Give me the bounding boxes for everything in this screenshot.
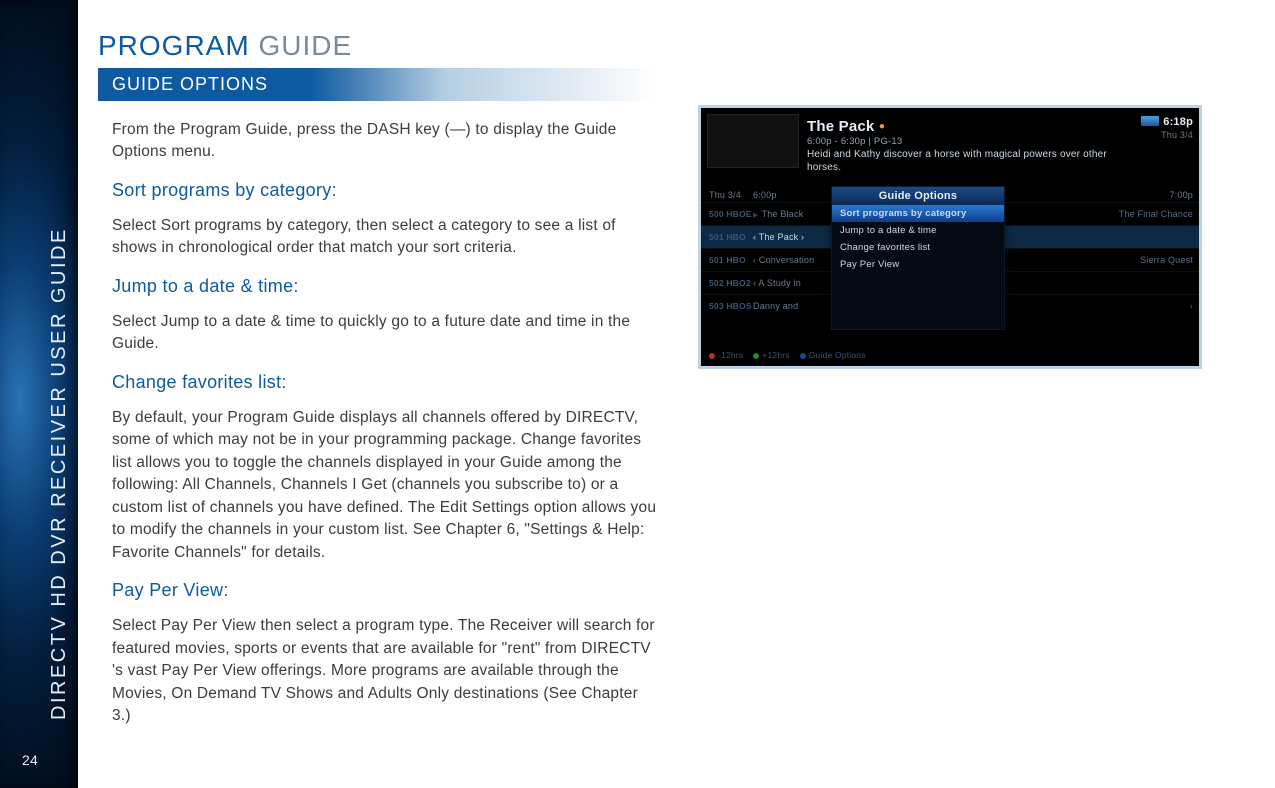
red-dot-icon — [709, 353, 715, 359]
record-dot-icon: ● — [879, 121, 885, 132]
ss-popup-header: Guide Options — [832, 187, 1004, 205]
left-rail: DIRECTV HD DVR RECEIVER USER GUIDE 24 — [0, 0, 78, 788]
ss-footer-hints: -12hrs +12hrs Guide Options — [709, 350, 866, 360]
ss-foot-b: +12hrs — [762, 350, 789, 360]
subheading-favorites: Change favorites list: — [112, 372, 658, 393]
ss-popup-item: Jump to a date & time — [832, 222, 1004, 239]
page-title: PROGRAM GUIDE — [98, 30, 1245, 62]
ss-channel: 501 HBO — [709, 232, 753, 242]
paragraph-sort: Select Sort programs by category, then s… — [112, 215, 658, 260]
ss-foot-c: Guide Options — [809, 350, 866, 360]
page-title-word2: GUIDE — [258, 30, 352, 61]
subheading-jump: Jump to a date & time: — [112, 276, 658, 297]
paragraph-jump: Select Jump to a date & time to quickly … — [112, 311, 658, 356]
ss-video-preview — [707, 114, 799, 168]
green-dot-icon — [753, 353, 759, 359]
ss-time: 6:18p — [1163, 116, 1193, 128]
ss-channel: 500 HBOE — [709, 209, 753, 219]
subheading-sort: Sort programs by category: — [112, 180, 658, 201]
ss-channel: 503 HBOS — [709, 301, 753, 311]
page-number: 24 — [0, 752, 60, 768]
ss-program-meta: 6:00p - 6:30p | PG-13 — [807, 136, 1139, 147]
ss-date: Thu 3/4 — [1141, 130, 1193, 140]
page-title-word1: PROGRAM — [98, 30, 250, 61]
ss-popup-item-selected: Sort programs by category — [832, 205, 1004, 222]
paragraph-ppv: Select Pay Per View then select a progra… — [112, 615, 658, 727]
ss-popup-item: Pay Per View — [832, 256, 1004, 273]
vertical-doc-title: DIRECTV HD DVR RECEIVER USER GUIDE — [48, 227, 71, 720]
ss-program-info: The Pack ● 6:00p - 6:30p | PG-13 Heidi a… — [807, 118, 1139, 174]
subheading-ppv: Pay Per View: — [112, 580, 658, 601]
ss-program-title: The Pack — [807, 118, 874, 135]
ss-clock: 6:18p Thu 3/4 — [1141, 112, 1193, 140]
paragraph-favorites: By default, your Program Guide displays … — [112, 407, 658, 564]
main-content: PROGRAM GUIDE GUIDE OPTIONS From the Pro… — [98, 30, 1245, 768]
ss-foot-a: -12hrs — [718, 350, 743, 360]
ss-popup-item: Change favorites list — [832, 239, 1004, 256]
intro-paragraph: From the Program Guide, press the DASH k… — [112, 119, 658, 164]
ss-program-desc: Heidi and Kathy discover a horse with ma… — [807, 149, 1139, 174]
blue-dot-icon — [800, 353, 806, 359]
ss-guide-options-popup: Guide Options Sort programs by category … — [831, 186, 1005, 330]
directv-logo-icon — [1141, 116, 1159, 126]
text-column: From the Program Guide, press the DASH k… — [98, 105, 658, 727]
ss-grid-date: Thu 3/4 — [709, 190, 753, 200]
ss-channel: 501 HBO — [709, 255, 753, 265]
tv-screenshot: 6:18p Thu 3/4 The Pack ● 6:00p - 6:30p |… — [698, 105, 1202, 369]
section-heading-bar: GUIDE OPTIONS — [98, 68, 658, 101]
ss-channel: 502 HBO2 — [709, 278, 753, 288]
